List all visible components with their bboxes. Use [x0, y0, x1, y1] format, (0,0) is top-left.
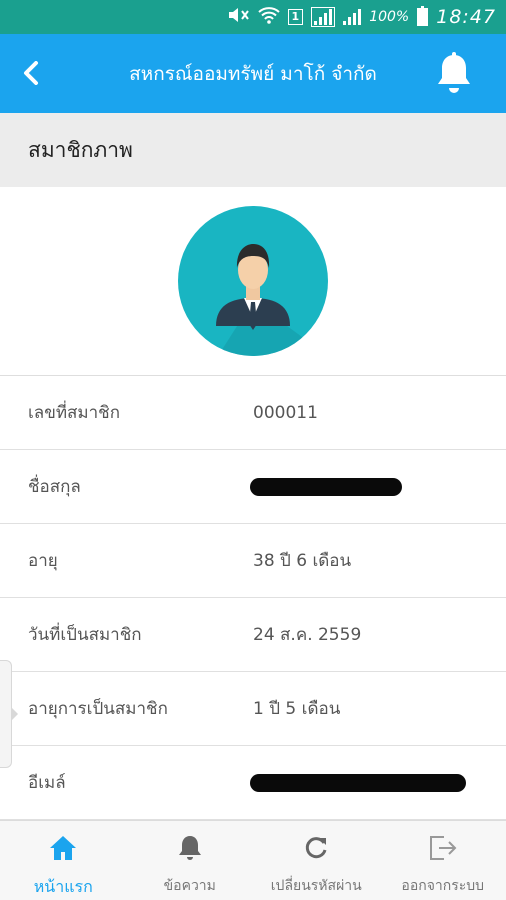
- nav-change-password-label: เปลี่ยนรหัสผ่าน: [270, 878, 362, 894]
- mute-icon: [228, 7, 250, 27]
- battery-percent: 100%: [369, 9, 410, 25]
- logout-icon: [428, 833, 458, 863]
- join-date-value: 24 ส.ค. 2559: [253, 625, 362, 645]
- email-redaction: [250, 773, 466, 792]
- bell-icon: [438, 52, 470, 93]
- info-row-member-id: เลขที่สมาชิก 000011: [0, 376, 506, 450]
- info-row-membership-duration: อายุการเป็นสมาชิก 1 ปี 5 เดือน: [0, 672, 506, 746]
- nav-home[interactable]: หน้าแรก: [0, 821, 127, 900]
- signal-icon-sim2: [343, 9, 362, 25]
- membership-duration-value: 1 ปี 5 เดือน: [253, 699, 341, 719]
- refresh-icon: [301, 833, 331, 863]
- name-redaction: [250, 477, 402, 496]
- join-date-label: วันที่เป็นสมาชิก: [28, 625, 142, 645]
- member-info-list: เลขที่สมาชิก 000011 ชื่อสกุล อายุ 38 ปี …: [0, 376, 506, 820]
- nav-messages-label: ข้อความ: [163, 878, 216, 894]
- member-id-value: 000011: [253, 402, 318, 423]
- email-label: อีเมล์: [28, 773, 66, 793]
- notification-button[interactable]: [434, 52, 474, 96]
- user-avatar-icon: [216, 244, 328, 356]
- side-drawer-handle[interactable]: [0, 660, 18, 768]
- nav-messages[interactable]: ข้อความ: [127, 821, 254, 900]
- status-time: 18:47: [436, 6, 496, 28]
- info-row-name: ชื่อสกุล: [0, 450, 506, 524]
- bell-icon: [175, 833, 205, 863]
- membership-duration-label: อายุการเป็นสมาชิก: [28, 699, 168, 719]
- chevron-left-icon: [24, 61, 38, 85]
- info-row-age: อายุ 38 ปี 6 เดือน: [0, 524, 506, 598]
- nav-home-label: หน้าแรก: [33, 877, 93, 896]
- member-id-label: เลขที่สมาชิก: [28, 403, 121, 423]
- signal-icon-sim1: [311, 7, 336, 27]
- nav-change-password[interactable]: เปลี่ยนรหัสผ่าน: [253, 821, 380, 900]
- bottom-nav: หน้าแรก ข้อความ เปลี่ยนรหัสผ่าน ออกจากระ…: [0, 820, 506, 900]
- status-bar: 1 100% 18:47: [0, 0, 506, 34]
- avatar: [178, 206, 328, 356]
- section-title: สมาชิกภาพ: [0, 113, 506, 187]
- info-row-email: อีเมล์: [0, 746, 506, 820]
- app-title: สหกรณ์ออมทรัพย์ มาโก้ จำกัด: [129, 62, 377, 85]
- info-row-join-date: วันที่เป็นสมาชิก 24 ส.ค. 2559: [0, 598, 506, 672]
- wifi-icon: [257, 6, 280, 28]
- nav-logout[interactable]: ออกจากระบบ: [380, 821, 506, 900]
- avatar-section: [0, 187, 506, 376]
- battery-icon: [417, 6, 429, 26]
- home-icon: [48, 833, 78, 863]
- nav-logout-label: ออกจากระบบ: [401, 878, 485, 894]
- age-label: อายุ: [28, 551, 58, 571]
- back-button[interactable]: [14, 56, 48, 90]
- age-value: 38 ปี 6 เดือน: [253, 551, 352, 571]
- app-bar: สหกรณ์ออมทรัพย์ มาโก้ จำกัด: [0, 34, 506, 113]
- name-label: ชื่อสกุล: [28, 477, 81, 497]
- sim-indicator: 1: [287, 9, 304, 25]
